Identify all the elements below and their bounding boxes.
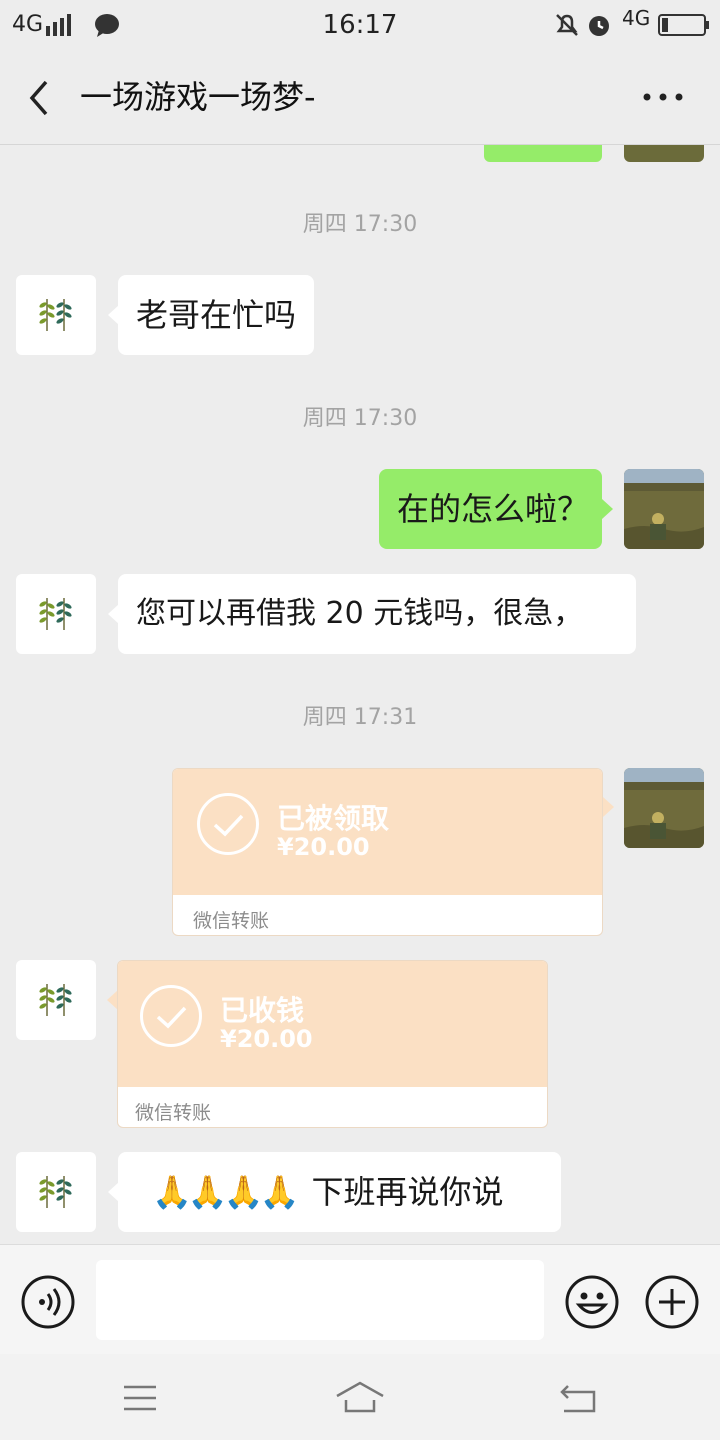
status-bar: 4G 16:17 4G	[0, 0, 720, 52]
timestamp: 周四 17:30	[302, 212, 418, 237]
battery-icon	[658, 14, 709, 36]
contact-avatar[interactable]	[16, 574, 96, 654]
leaf-avatar-icon	[39, 984, 72, 1016]
contact-avatar[interactable]	[16, 1152, 96, 1232]
check-icon	[197, 793, 259, 855]
transfer-status: 已被领取	[277, 802, 390, 835]
message-text: 下班再说你说	[311, 1173, 504, 1211]
chat-title: 一场游戏一场梦-	[80, 78, 316, 116]
bubble-tail	[603, 797, 614, 817]
transfer-card-received[interactable]: 已收钱 ¥20.00 微信转账	[117, 960, 548, 1128]
transfer-card-sent[interactable]: 已被领取 ¥20.00 微信转账	[172, 768, 603, 936]
mute-icon	[556, 14, 578, 36]
game-avatar-icon	[624, 469, 704, 549]
pray-emoji: 🙏🙏🙏🙏	[152, 1173, 299, 1211]
message-input[interactable]	[96, 1260, 544, 1340]
add-icon[interactable]	[644, 1274, 700, 1330]
voice-icon[interactable]	[20, 1274, 76, 1330]
alarm-icon	[589, 16, 609, 36]
menu-icon[interactable]	[122, 1384, 158, 1412]
transfer-amount: ¥20.00	[277, 833, 370, 861]
message-bubble[interactable]: 您可以再借我 20 元钱吗，很急，	[118, 574, 636, 654]
my-avatar[interactable]	[624, 768, 704, 848]
chat-header: 一场游戏一场梦-	[0, 52, 720, 145]
previous-message-bubble[interactable]	[484, 145, 602, 162]
message-bubble[interactable]: 🙏🙏🙏🙏 下班再说你说	[118, 1152, 561, 1232]
system-nav-bar	[0, 1354, 720, 1440]
leaf-avatar-icon	[39, 1176, 72, 1208]
bubble-tail	[602, 499, 613, 519]
transfer-footer: 微信转账	[135, 1102, 212, 1124]
back-nav-icon[interactable]	[560, 1382, 600, 1414]
message-bubble[interactable]: 老哥在忙吗	[118, 275, 315, 355]
message-bubble-sent[interactable]: 在的怎么啦？	[379, 469, 602, 549]
input-bar	[0, 1244, 720, 1355]
back-icon[interactable]	[24, 78, 54, 118]
transfer-amount: ¥20.00	[220, 1025, 313, 1053]
contact-avatar[interactable]	[16, 960, 96, 1040]
leaf-avatar-icon	[39, 299, 72, 331]
previous-avatar[interactable]	[624, 145, 704, 162]
my-avatar[interactable]	[624, 469, 704, 549]
timestamp: 周四 17:30	[302, 406, 418, 431]
timestamp: 周四 17:31	[302, 705, 418, 730]
emoji-icon[interactable]	[564, 1274, 620, 1330]
check-icon	[140, 985, 202, 1047]
transfer-status: 已收钱	[220, 994, 305, 1027]
transfer-footer: 微信转账	[193, 910, 270, 932]
contact-avatar[interactable]	[16, 275, 96, 355]
game-avatar-icon	[624, 768, 704, 848]
status-time: 16:17	[322, 10, 398, 40]
network-label-right: 4G	[622, 6, 651, 30]
more-icon[interactable]	[640, 90, 686, 104]
leaf-avatar-icon	[39, 598, 72, 630]
home-icon[interactable]	[334, 1380, 386, 1414]
